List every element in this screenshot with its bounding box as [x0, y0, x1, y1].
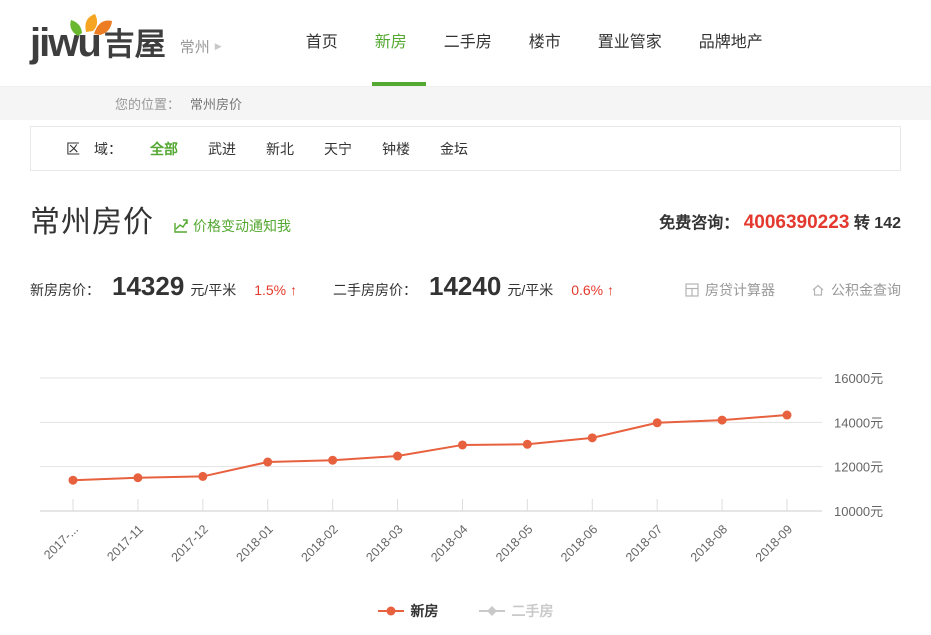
new-house-price: 新房房价： 14329 元/平米 1.5% ↑: [30, 271, 297, 302]
breadcrumb-current[interactable]: 常州房价: [190, 94, 242, 113]
x-axis-label: 2018-01: [234, 522, 276, 564]
mortgage-calculator-link[interactable]: 房贷计算器: [685, 280, 775, 300]
x-axis-label: 2018-08: [688, 522, 730, 564]
page-title: 常州房价: [30, 197, 154, 241]
side-tools: 房贷计算器 公积金查询: [685, 280, 901, 300]
new-house-price-label: 新房房价：: [30, 280, 100, 300]
y-axis-label: 12000元: [834, 460, 883, 475]
x-axis-label: 2017-11: [104, 522, 146, 564]
jiwu-logo[interactable]: jiwu 吉屋: [30, 24, 166, 62]
legend-label-new-house: 新房: [411, 601, 439, 621]
legend-label-second-hand: 二手房: [512, 601, 554, 621]
data-point[interactable]: [198, 472, 207, 481]
data-point[interactable]: [588, 433, 597, 442]
region-option[interactable]: 武进: [208, 141, 236, 157]
price-row: 新房房价： 14329 元/平米 1.5% ↑ 二手房房价： 14240 元/平…: [30, 271, 901, 302]
nav-item[interactable]: 置业管家: [598, 0, 662, 86]
trend-chart-icon: [174, 219, 188, 233]
data-point[interactable]: [783, 411, 792, 420]
region-filter-label: 区 域：: [66, 139, 122, 159]
nav-item[interactable]: 新房: [375, 0, 407, 86]
nav-item[interactable]: 品牌地产: [699, 0, 763, 86]
consult-label: 免费咨询：: [659, 215, 739, 232]
region-option[interactable]: 天宁: [324, 141, 352, 157]
data-point[interactable]: [69, 476, 78, 485]
main-nav: 首页新房二手房楼市置业管家品牌地产: [306, 0, 800, 86]
x-axis-label: 2017-...: [41, 522, 81, 562]
chart-legend: 新房 二手房: [0, 601, 931, 621]
city-name: 常州: [180, 36, 210, 57]
region-option[interactable]: 新北: [266, 141, 294, 157]
region-option[interactable]: 钟楼: [382, 141, 410, 157]
line-diamond-marker-icon: [479, 606, 505, 616]
provident-fund-label: 公积金查询: [831, 280, 901, 300]
consult-phone[interactable]: 4006390223: [744, 212, 850, 233]
data-point[interactable]: [263, 458, 272, 467]
second-hand-price: 二手房房价： 14240 元/平米 0.6% ↑: [333, 271, 614, 302]
x-axis-label: 2018-05: [493, 522, 535, 564]
y-axis-label: 14000元: [834, 415, 883, 430]
x-axis-label: 2018-04: [428, 522, 470, 564]
city-selector[interactable]: 常州 ▶: [180, 36, 222, 57]
notify-link-label: 价格变动通知我: [193, 216, 291, 236]
house-icon: [811, 283, 825, 297]
chevron-right-icon: ▶: [215, 41, 222, 52]
mortgage-calculator-label: 房贷计算器: [705, 280, 775, 300]
legend-item-new-house[interactable]: 新房: [378, 601, 439, 621]
calculator-icon: [685, 283, 699, 297]
provident-fund-link[interactable]: 公积金查询: [811, 280, 901, 300]
nav-item[interactable]: 二手房: [444, 0, 492, 86]
x-axis-label: 2018-07: [623, 522, 665, 564]
new-house-price-unit: 元/平米: [190, 280, 236, 300]
region-options: 全部 武进 新北 天宁 钟楼 金坛: [150, 139, 498, 159]
region-option[interactable]: 金坛: [440, 141, 468, 157]
x-axis-label: 2018-03: [363, 522, 405, 564]
data-point[interactable]: [328, 456, 337, 465]
y-axis-label: 16000元: [834, 371, 883, 386]
line-dot-marker-icon: [378, 606, 404, 616]
new-house-price-change: 1.5% ↑: [254, 282, 297, 298]
nav-item[interactable]: 首页: [306, 0, 338, 86]
x-axis-label: 2018-06: [558, 522, 600, 564]
y-axis-label: 10000元: [834, 504, 883, 519]
site-header: jiwu 吉屋 常州 ▶ 首页新房二手房楼市置业管家品牌地产: [0, 0, 931, 86]
price-chart-svg[interactable]: 10000元 12000元 14000元 16000元 2017-... 2017-11 2…: [0, 358, 931, 590]
data-point[interactable]: [458, 440, 467, 449]
breadcrumb-label: 您的位置：: [115, 94, 180, 113]
price-trend-chart[interactable]: 10000元 12000元 14000元 16000元 2017-... 2017-11 2…: [0, 358, 931, 595]
data-point[interactable]: [718, 416, 727, 425]
data-point[interactable]: [653, 418, 662, 427]
title-row: 常州房价 价格变动通知我 免费咨询： 4006390223 转 142: [30, 199, 901, 241]
region-filter: 区 域： 全部 武进 新北 天宁 钟楼 金坛: [30, 126, 901, 171]
data-point[interactable]: [133, 473, 142, 482]
free-consult: 免费咨询： 4006390223 转 142: [659, 209, 901, 234]
breadcrumb: 您的位置： 常州房价: [0, 86, 931, 120]
region-option[interactable]: 全部: [150, 141, 178, 157]
second-hand-price-unit: 元/平米: [507, 280, 553, 300]
consult-extension: 转 142: [854, 215, 901, 232]
nav-item[interactable]: 楼市: [529, 0, 561, 86]
x-axis-label: 2018-02: [298, 522, 340, 564]
jiwu-bird-icon: [66, 12, 118, 38]
second-hand-price-value: 14240: [429, 271, 501, 302]
new-house-price-value: 14329: [112, 271, 184, 302]
price-change-notify-link[interactable]: 价格变动通知我: [174, 216, 291, 236]
new-house-line: [73, 415, 787, 480]
second-hand-price-label: 二手房房价：: [333, 280, 417, 300]
data-point[interactable]: [393, 452, 402, 461]
x-axis-label: 2017-12: [169, 522, 211, 564]
legend-item-second-hand[interactable]: 二手房: [479, 601, 554, 621]
x-axis-label: 2018-09: [753, 522, 795, 564]
second-hand-price-change: 0.6% ↑: [571, 282, 614, 298]
data-point[interactable]: [523, 440, 532, 449]
